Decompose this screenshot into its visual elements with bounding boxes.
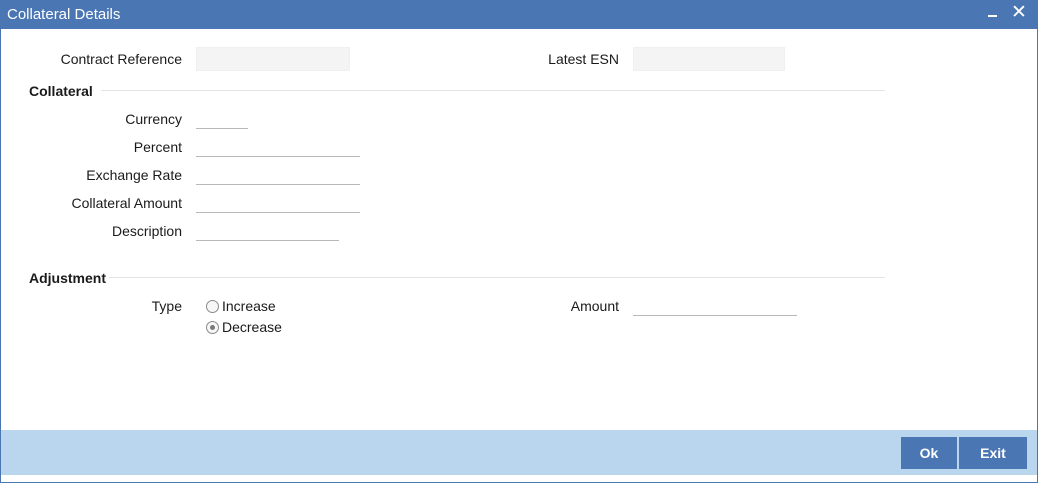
window-title: Collateral Details — [7, 6, 121, 23]
currency-field[interactable] — [196, 109, 248, 129]
increase-radio[interactable]: Increase — [206, 298, 276, 314]
latest-esn-label: Latest ESN — [548, 51, 619, 67]
currency-label: Currency — [125, 111, 182, 127]
adjustment-section-divider — [109, 277, 885, 278]
decrease-radio-circle[interactable] — [206, 320, 219, 334]
percent-label: Percent — [133, 139, 182, 155]
title-bar: Collateral Details ✕ — [1, 1, 1037, 29]
collateral-amount-label: Collateral Amount — [71, 195, 182, 211]
increase-radio-label: Increase — [222, 298, 276, 314]
description-field[interactable] — [196, 221, 339, 241]
exit-button[interactable]: Exit — [959, 437, 1027, 469]
amount-label: Amount — [570, 298, 619, 314]
collateral-section-divider — [101, 90, 885, 91]
contract-reference-field[interactable] — [196, 47, 350, 71]
percent-field[interactable] — [196, 137, 360, 157]
type-label: Type — [151, 298, 182, 314]
exchange-rate-field[interactable] — [196, 165, 360, 185]
contract-reference-label: Contract Reference — [60, 51, 182, 67]
increase-radio-circle[interactable] — [206, 299, 219, 313]
ok-button[interactable]: Ok — [901, 437, 957, 469]
collateral-amount-field[interactable] — [196, 193, 360, 213]
amount-field[interactable] — [633, 296, 797, 316]
adjustment-section-title: Adjustment — [29, 270, 106, 286]
description-label: Description — [111, 223, 182, 239]
close-icon[interactable]: ✕ — [1009, 3, 1029, 25]
collateral-section-title: Collateral — [29, 83, 93, 99]
footer-bar: Ok Exit — [1, 430, 1037, 475]
minimize-icon[interactable] — [985, 5, 1001, 25]
decrease-radio[interactable]: Decrease — [206, 319, 282, 335]
latest-esn-field[interactable] — [633, 47, 785, 71]
exchange-rate-label: Exchange Rate — [86, 167, 182, 183]
decrease-radio-label: Decrease — [222, 319, 282, 335]
collateral-details-window: Collateral Details ✕ Contract Reference … — [0, 0, 1038, 483]
